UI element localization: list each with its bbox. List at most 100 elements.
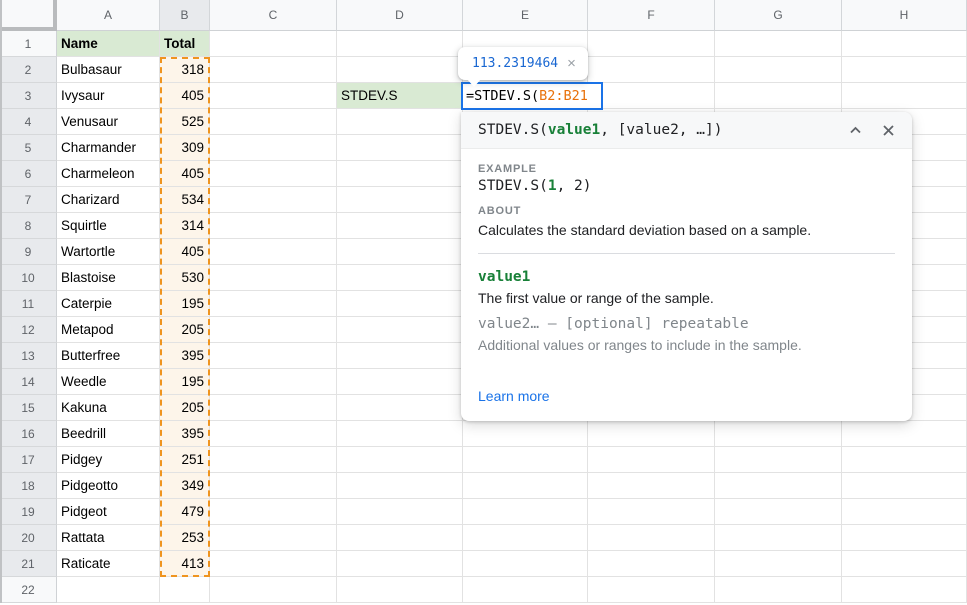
cell-A10[interactable]: Blastoise xyxy=(57,265,160,291)
cell-D1[interactable] xyxy=(337,31,463,57)
cell-A11[interactable]: Caterpie xyxy=(57,291,160,317)
column-header-H[interactable]: H xyxy=(842,0,967,31)
row-header-3[interactable]: 3 xyxy=(0,83,57,109)
cell-D19[interactable] xyxy=(337,499,463,525)
column-header-B[interactable]: B xyxy=(160,0,210,31)
cell-B17[interactable]: 251 xyxy=(160,447,210,473)
active-cell-formula-editor[interactable]: =STDEV.S(B2:B21 xyxy=(461,82,603,110)
column-header-E[interactable]: E xyxy=(463,0,588,31)
dismiss-preview-icon[interactable]: × xyxy=(567,56,576,71)
cell-D11[interactable] xyxy=(337,291,463,317)
cell-E22[interactable] xyxy=(463,577,588,603)
cell-D8[interactable] xyxy=(337,213,463,239)
cell-C8[interactable] xyxy=(210,213,337,239)
row-header-11[interactable]: 11 xyxy=(0,291,57,317)
row-header-1[interactable]: 1 xyxy=(0,31,57,57)
cell-B4[interactable]: 525 xyxy=(160,109,210,135)
cell-F17[interactable] xyxy=(588,447,715,473)
cell-A6[interactable]: Charmeleon xyxy=(57,161,160,187)
cell-A22[interactable] xyxy=(57,577,160,603)
row-header-8[interactable]: 8 xyxy=(0,213,57,239)
row-header-17[interactable]: 17 xyxy=(0,447,57,473)
row-header-19[interactable]: 19 xyxy=(0,499,57,525)
cell-B2[interactable]: 318 xyxy=(160,57,210,83)
cell-H18[interactable] xyxy=(842,473,967,499)
cell-B9[interactable]: 405 xyxy=(160,239,210,265)
cell-B5[interactable]: 309 xyxy=(160,135,210,161)
cell-F19[interactable] xyxy=(588,499,715,525)
cell-G19[interactable] xyxy=(715,499,842,525)
cell-B15[interactable]: 205 xyxy=(160,395,210,421)
cell-D4[interactable] xyxy=(337,109,463,135)
cell-A16[interactable]: Beedrill xyxy=(57,421,160,447)
cell-E20[interactable] xyxy=(463,525,588,551)
cell-F20[interactable] xyxy=(588,525,715,551)
row-header-14[interactable]: 14 xyxy=(0,369,57,395)
cell-D5[interactable] xyxy=(337,135,463,161)
cell-C1[interactable] xyxy=(210,31,337,57)
cell-D6[interactable] xyxy=(337,161,463,187)
cell-A1[interactable]: Name xyxy=(57,31,160,57)
learn-more-link[interactable]: Learn more xyxy=(478,388,550,404)
cell-C16[interactable] xyxy=(210,421,337,447)
row-header-9[interactable]: 9 xyxy=(0,239,57,265)
cell-E16[interactable] xyxy=(463,421,588,447)
cell-H2[interactable] xyxy=(842,57,967,83)
cell-C17[interactable] xyxy=(210,447,337,473)
cell-A5[interactable]: Charmander xyxy=(57,135,160,161)
cell-G16[interactable] xyxy=(715,421,842,447)
column-header-A[interactable]: A xyxy=(57,0,160,31)
cell-C20[interactable] xyxy=(210,525,337,551)
cell-A8[interactable]: Squirtle xyxy=(57,213,160,239)
cell-A12[interactable]: Metapod xyxy=(57,317,160,343)
cell-H20[interactable] xyxy=(842,525,967,551)
cell-G18[interactable] xyxy=(715,473,842,499)
cell-F21[interactable] xyxy=(588,551,715,577)
cell-C13[interactable] xyxy=(210,343,337,369)
cell-A20[interactable]: Rattata xyxy=(57,525,160,551)
row-header-22[interactable]: 22 xyxy=(0,577,57,603)
column-header-D[interactable]: D xyxy=(337,0,463,31)
cell-H3[interactable] xyxy=(842,83,967,109)
row-header-7[interactable]: 7 xyxy=(0,187,57,213)
cell-C6[interactable] xyxy=(210,161,337,187)
cell-G1[interactable] xyxy=(715,31,842,57)
cell-D22[interactable] xyxy=(337,577,463,603)
cell-B10[interactable]: 530 xyxy=(160,265,210,291)
cell-D18[interactable] xyxy=(337,473,463,499)
cell-E21[interactable] xyxy=(463,551,588,577)
row-header-21[interactable]: 21 xyxy=(0,551,57,577)
cell-B21[interactable]: 413 xyxy=(160,551,210,577)
collapse-chevron-up-icon[interactable] xyxy=(848,123,863,138)
cell-E19[interactable] xyxy=(463,499,588,525)
select-all-corner[interactable] xyxy=(0,0,57,31)
cell-G17[interactable] xyxy=(715,447,842,473)
cell-H22[interactable] xyxy=(842,577,967,603)
cell-A17[interactable]: Pidgey xyxy=(57,447,160,473)
cell-C7[interactable] xyxy=(210,187,337,213)
cell-C19[interactable] xyxy=(210,499,337,525)
cell-C5[interactable] xyxy=(210,135,337,161)
cell-D21[interactable] xyxy=(337,551,463,577)
cell-A2[interactable]: Bulbasaur xyxy=(57,57,160,83)
cell-D10[interactable] xyxy=(337,265,463,291)
cell-D12[interactable] xyxy=(337,317,463,343)
cell-B22[interactable] xyxy=(160,577,210,603)
row-header-18[interactable]: 18 xyxy=(0,473,57,499)
cell-A15[interactable]: Kakuna xyxy=(57,395,160,421)
cell-D20[interactable] xyxy=(337,525,463,551)
cell-H17[interactable] xyxy=(842,447,967,473)
cell-C9[interactable] xyxy=(210,239,337,265)
cell-H16[interactable] xyxy=(842,421,967,447)
cell-B16[interactable]: 395 xyxy=(160,421,210,447)
cell-C3[interactable] xyxy=(210,83,337,109)
cell-D15[interactable] xyxy=(337,395,463,421)
cell-C4[interactable] xyxy=(210,109,337,135)
cell-G20[interactable] xyxy=(715,525,842,551)
cell-D17[interactable] xyxy=(337,447,463,473)
cell-B11[interactable]: 195 xyxy=(160,291,210,317)
column-header-G[interactable]: G xyxy=(715,0,842,31)
row-header-4[interactable]: 4 xyxy=(0,109,57,135)
close-icon[interactable] xyxy=(881,123,896,138)
cell-E17[interactable] xyxy=(463,447,588,473)
